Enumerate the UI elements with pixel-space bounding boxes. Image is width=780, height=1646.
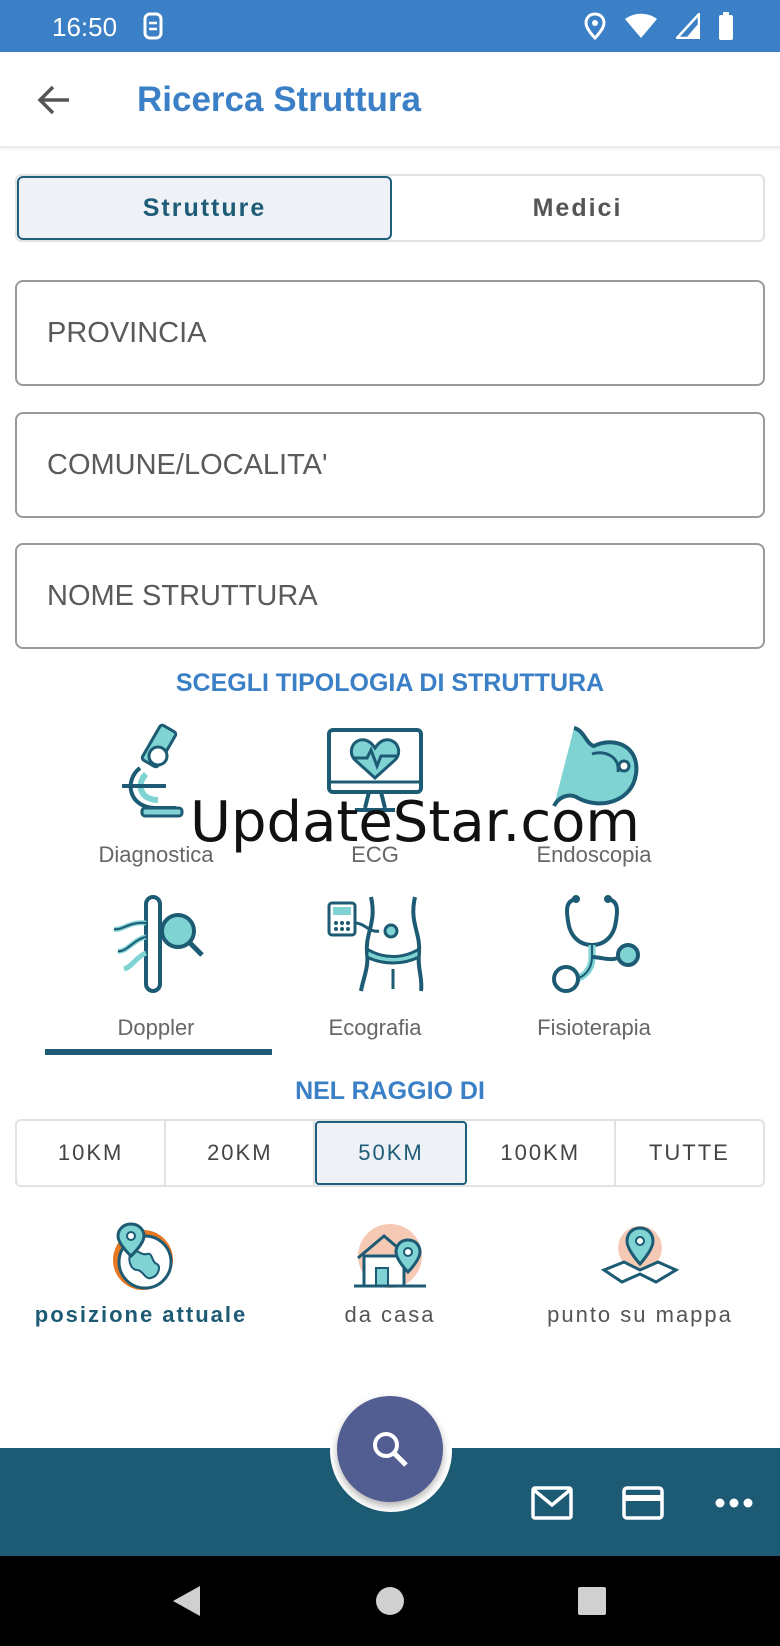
radius-tutte[interactable]: TUTTE bbox=[616, 1121, 763, 1185]
map-pin-icon bbox=[600, 1226, 680, 1284]
selected-type-indicator bbox=[45, 1049, 272, 1055]
mail-icon bbox=[531, 1486, 573, 1520]
location-label: posizione attuale bbox=[34, 1302, 248, 1327]
back-button[interactable] bbox=[30, 76, 78, 124]
type-label: Fisioterapia bbox=[537, 1015, 651, 1040]
comune-input[interactable] bbox=[15, 412, 765, 518]
battery-icon bbox=[719, 12, 733, 40]
nav-back-button[interactable] bbox=[166, 1581, 206, 1621]
type-ecografia[interactable]: Ecografia bbox=[265, 893, 485, 1053]
ultrasound-icon bbox=[327, 896, 424, 992]
status-time: 16:50 bbox=[52, 12, 118, 42]
vessel-search-icon bbox=[113, 895, 204, 993]
type-section-title: SCEGLI TIPOLOGIA DI STRUTTURA bbox=[175, 669, 605, 697]
nav-recents-icon bbox=[578, 1587, 606, 1615]
stethoscope-icon bbox=[552, 895, 640, 993]
type-doppler[interactable]: Doppler bbox=[46, 893, 266, 1053]
nome-struttura-input[interactable] bbox=[15, 543, 765, 649]
radius-20km[interactable]: 20KM bbox=[166, 1121, 316, 1185]
signal-icon bbox=[676, 13, 700, 39]
app-bar: Ricerca Struttura bbox=[0, 52, 780, 148]
type-label: Ecografia bbox=[328, 1015, 422, 1040]
status-bar: 16:50 bbox=[0, 0, 780, 52]
more-horizontal-icon bbox=[715, 1498, 753, 1508]
nav-back-icon bbox=[173, 1586, 200, 1616]
page-title: Ricerca Struttura bbox=[137, 80, 421, 119]
nav-home-icon bbox=[376, 1587, 404, 1615]
location-home[interactable]: da casa bbox=[265, 1222, 515, 1332]
location-icon bbox=[584, 12, 606, 40]
home-pin-icon bbox=[354, 1224, 426, 1288]
location-map-point[interactable]: punto su mappa bbox=[515, 1222, 765, 1332]
radius-selector: 10KM 20KM 50KM 100KM TUTTE bbox=[15, 1119, 765, 1187]
search-icon bbox=[373, 1432, 408, 1467]
provincia-input[interactable] bbox=[15, 280, 765, 386]
nav-recents-button[interactable] bbox=[572, 1581, 612, 1621]
radius-10km[interactable]: 10KM bbox=[17, 1121, 167, 1185]
location-label: da casa bbox=[344, 1302, 436, 1327]
wifi-icon bbox=[625, 13, 657, 38]
radius-section-title: NEL RAGGIO DI bbox=[295, 1077, 485, 1105]
system-nav-bar bbox=[0, 1556, 780, 1646]
type-label: Doppler bbox=[117, 1015, 195, 1040]
watermark-text: UpdateStar.com bbox=[190, 790, 640, 855]
nav-home-button[interactable] bbox=[370, 1581, 410, 1621]
payments-button[interactable] bbox=[618, 1478, 668, 1528]
location-label: punto su mappa bbox=[547, 1302, 733, 1327]
globe-pin-icon bbox=[113, 1222, 173, 1290]
credit-card-icon bbox=[622, 1486, 664, 1520]
sim-icon bbox=[143, 12, 163, 40]
radius-100km[interactable]: 100KM bbox=[467, 1121, 616, 1185]
messages-button[interactable] bbox=[527, 1478, 577, 1528]
arrow-left-icon bbox=[37, 85, 69, 115]
radius-50km[interactable]: 50KM bbox=[315, 1121, 467, 1185]
location-current[interactable]: posizione attuale bbox=[16, 1222, 266, 1332]
more-button[interactable] bbox=[709, 1478, 759, 1528]
search-mode-toggle: Strutture Medici bbox=[15, 174, 765, 242]
tab-medici[interactable]: Medici bbox=[392, 176, 763, 240]
search-button[interactable] bbox=[337, 1396, 443, 1502]
tab-strutture[interactable]: Strutture bbox=[17, 176, 392, 240]
status-icons bbox=[584, 12, 734, 40]
type-fisioterapia[interactable]: Fisioterapia bbox=[484, 893, 704, 1053]
